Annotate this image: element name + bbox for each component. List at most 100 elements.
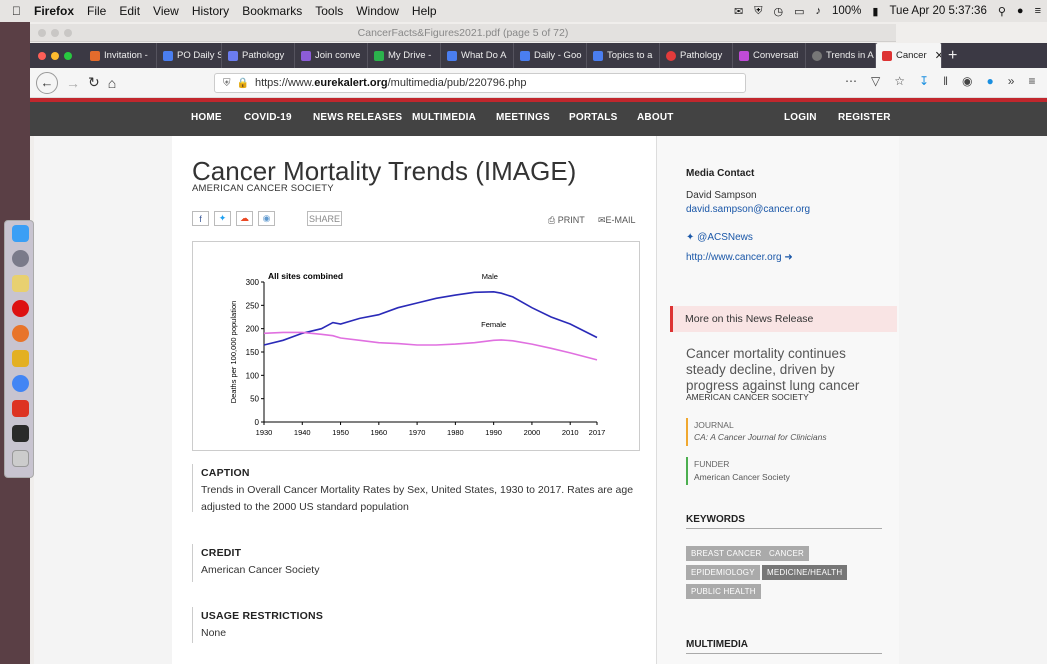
close-tab-icon[interactable]: ✕: [935, 49, 941, 62]
nav-multimedia[interactable]: MULTIMEDIA: [412, 112, 476, 123]
website-link[interactable]: http://www.cancer.org ➜: [686, 252, 793, 263]
tab-invitation[interactable]: Invitation -: [84, 43, 157, 68]
page-actions-icon[interactable]: ⋯: [845, 74, 857, 88]
news-release-org: AMERICAN CANCER SOCIETY: [686, 392, 809, 402]
activity-monitor-icon[interactable]: [12, 425, 29, 442]
shield-icon[interactable]: ⛨: [754, 5, 762, 18]
menu-help[interactable]: Help: [412, 4, 437, 18]
menu-app-name[interactable]: Firefox: [34, 4, 74, 18]
stumbleupon-share-icon[interactable]: ☁: [236, 211, 253, 226]
tab-favicon: [520, 50, 530, 61]
share-button[interactable]: SHARE: [307, 211, 342, 226]
download-icon[interactable]: ↧: [919, 74, 929, 88]
time-machine-icon[interactable]: ◷: [773, 5, 783, 18]
tab-topics[interactable]: Topics to a: [587, 43, 660, 68]
tab-my-drive[interactable]: My Drive -: [368, 43, 441, 68]
x-tick-label: 1950: [332, 428, 349, 437]
chrome-icon[interactable]: [12, 375, 29, 392]
menu-window[interactable]: Window: [356, 4, 399, 18]
menu-file[interactable]: File: [87, 4, 106, 18]
siri-icon[interactable]: ●: [1017, 5, 1024, 17]
menu-history[interactable]: History: [192, 4, 229, 18]
tab-favicon: [301, 50, 311, 61]
home-icon[interactable]: ⌂: [108, 75, 116, 91]
finder-icon[interactable]: [12, 225, 29, 242]
tab-favicon: [447, 50, 457, 61]
twitter-share-icon[interactable]: ✦: [214, 211, 231, 226]
caption-text-line-2: adjusted to the 2000 US standard populat…: [201, 501, 409, 513]
menu-view[interactable]: View: [153, 4, 179, 18]
clock[interactable]: Tue Apr 20 5:37:36: [889, 5, 986, 17]
keyword-tag[interactable]: EPIDEMIOLOGY: [686, 565, 760, 580]
reddit-share-icon[interactable]: ◉: [258, 211, 275, 226]
battery-icon[interactable]: ▮: [872, 5, 878, 18]
twitter-link[interactable]: ✦ @ACSNews: [686, 232, 753, 243]
tab-po-daily[interactable]: PO Daily S: [157, 43, 222, 68]
nav-about[interactable]: ABOUT: [637, 112, 674, 123]
print-button[interactable]: ⎙ PRINT: [548, 215, 585, 226]
close-window-icon[interactable]: [38, 51, 46, 60]
contact-email-link[interactable]: david.sampson@cancer.org: [686, 204, 810, 215]
tab-pathology-2[interactable]: Pathology: [660, 43, 733, 68]
address-bar[interactable]: ⛨ 🔒 https://www. eurekalert.org/multimedi…: [214, 73, 746, 93]
acrobat-icon[interactable]: [12, 400, 29, 417]
lock-icon[interactable]: 🔒: [237, 78, 249, 89]
bookmark-star-icon[interactable]: ☆: [894, 74, 905, 88]
zoom-window-icon[interactable]: [64, 51, 72, 60]
gears-app-icon[interactable]: [12, 350, 29, 367]
nav-portals[interactable]: PORTALS: [569, 112, 617, 123]
new-tab-icon[interactable]: +: [948, 47, 957, 65]
email-button[interactable]: ✉E-MAIL: [598, 215, 636, 226]
keyword-tag[interactable]: BREAST CANCER: [686, 546, 767, 561]
nav-news-releases[interactable]: NEWS RELEASES: [313, 112, 402, 123]
spotlight-search-icon[interactable]: ⚲: [998, 5, 1006, 18]
article-organization: AMERICAN CANCER SOCIETY: [192, 183, 334, 194]
q-app-icon[interactable]: [12, 300, 29, 317]
tab-conversation[interactable]: Conversati: [733, 43, 806, 68]
tab-join-conversation[interactable]: Join conve: [295, 43, 368, 68]
volume-icon[interactable]: ♪: [815, 5, 821, 17]
keyword-tag[interactable]: MEDICINE/HEALTH: [762, 565, 848, 580]
overflow-chevron-icon[interactable]: »: [1008, 74, 1015, 88]
page-left-gutter: [34, 136, 172, 664]
firefox-icon[interactable]: [12, 325, 29, 342]
forward-arrow-icon[interactable]: →: [66, 75, 80, 91]
tab-trends-in[interactable]: Trends in A: [806, 43, 876, 68]
tab-what-do[interactable]: What Do A: [441, 43, 514, 68]
nav-meetings[interactable]: MEETINGS: [496, 112, 550, 123]
nav-register[interactable]: REGISTER: [838, 112, 891, 123]
battery-percent: 100%: [831, 5, 862, 17]
apple-icon[interactable]: : [12, 4, 21, 18]
x-tick-label: 2000: [524, 428, 541, 437]
news-release-title-link[interactable]: Cancer mortality continues steady declin…: [686, 346, 886, 394]
tracking-shield-icon[interactable]: ⛨: [223, 78, 231, 89]
nav-covid-19[interactable]: COVID-19: [244, 112, 292, 123]
pocket-icon[interactable]: ▽: [871, 74, 880, 88]
keyword-tag[interactable]: PUBLIC HEALTH: [686, 584, 761, 599]
zoom-extension-icon[interactable]: ●: [987, 74, 994, 88]
back-arrow-icon[interactable]: ←: [36, 71, 58, 94]
menu-tools[interactable]: Tools: [315, 4, 343, 18]
launchpad-icon[interactable]: [12, 250, 29, 267]
menu-bookmarks[interactable]: Bookmarks: [242, 4, 302, 18]
hamburger-menu-icon[interactable]: ≡: [1028, 74, 1035, 88]
trash-icon[interactable]: [12, 450, 29, 467]
notes-icon[interactable]: [12, 275, 29, 292]
reload-icon[interactable]: ↻: [88, 74, 100, 91]
library-icon[interactable]: ‖: [943, 74, 948, 88]
gmail-icon[interactable]: ✉: [734, 5, 743, 18]
facebook-share-icon[interactable]: f: [192, 211, 209, 226]
airplay-icon[interactable]: ▭: [794, 5, 804, 18]
tab-pathology-1[interactable]: Pathology: [222, 43, 295, 68]
multimedia-divider: [686, 653, 882, 654]
account-icon[interactable]: ◉: [962, 74, 972, 88]
control-center-icon[interactable]: ≡: [1035, 5, 1041, 17]
nav-login[interactable]: LOGIN: [784, 112, 817, 123]
tab-cancer-active[interactable]: Cancer ✕: [876, 43, 942, 68]
nav-home[interactable]: HOME: [191, 112, 222, 123]
minimize-window-icon[interactable]: [51, 51, 59, 60]
keyword-tag[interactable]: CANCER: [764, 546, 809, 561]
menu-edit[interactable]: Edit: [119, 4, 140, 18]
tab-daily-google[interactable]: Daily - Goo: [514, 43, 587, 68]
printer-icon: ⎙: [548, 215, 558, 225]
